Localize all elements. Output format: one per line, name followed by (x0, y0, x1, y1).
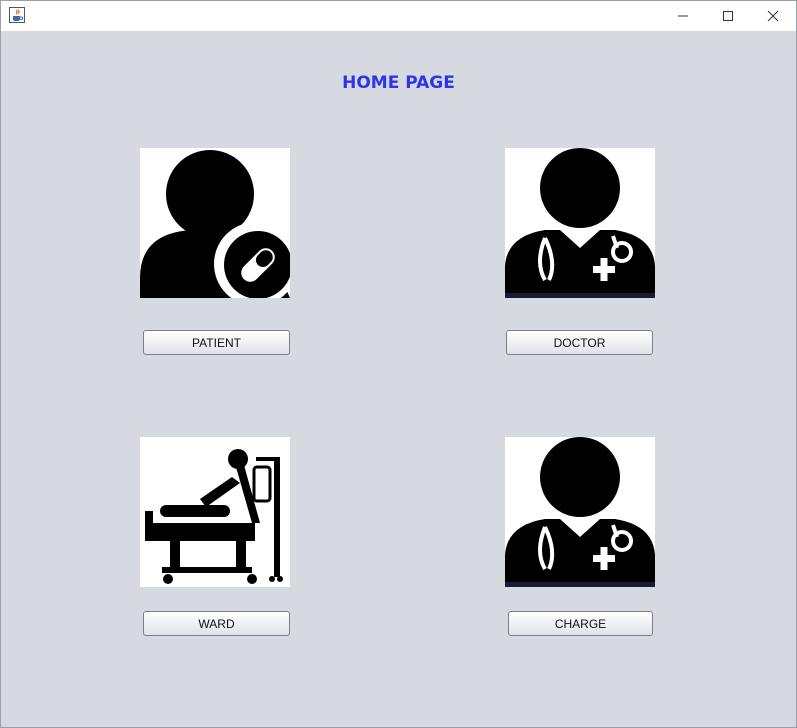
doctor-icon (505, 437, 655, 587)
page-title: HOME PAGE (342, 73, 455, 93)
minimize-icon (678, 15, 688, 17)
charge-button[interactable]: CHARGE (508, 611, 653, 636)
java-cup-icon (9, 7, 25, 23)
close-icon (767, 10, 779, 22)
title-bar (1, 1, 796, 31)
maximize-button[interactable] (705, 1, 751, 31)
home-panel: HOME PAGE PATIENT DOCTOR WARD CHARGE (1, 31, 796, 727)
patient-icon (140, 150, 290, 298)
doctor-button[interactable]: DOCTOR (506, 330, 653, 355)
patient-image (140, 148, 290, 298)
ward-image (140, 437, 290, 587)
maximize-icon (723, 11, 733, 21)
charge-image (505, 437, 655, 587)
patient-button[interactable]: PATIENT (143, 330, 290, 355)
minimize-button[interactable] (660, 1, 706, 31)
doctor-icon (505, 148, 655, 298)
hospital-bed-icon (145, 449, 283, 584)
app-window: HOME PAGE PATIENT DOCTOR WARD CHARGE (0, 0, 797, 728)
ward-button[interactable]: WARD (143, 611, 290, 636)
doctor-image (505, 148, 655, 298)
close-button[interactable] (750, 1, 796, 31)
